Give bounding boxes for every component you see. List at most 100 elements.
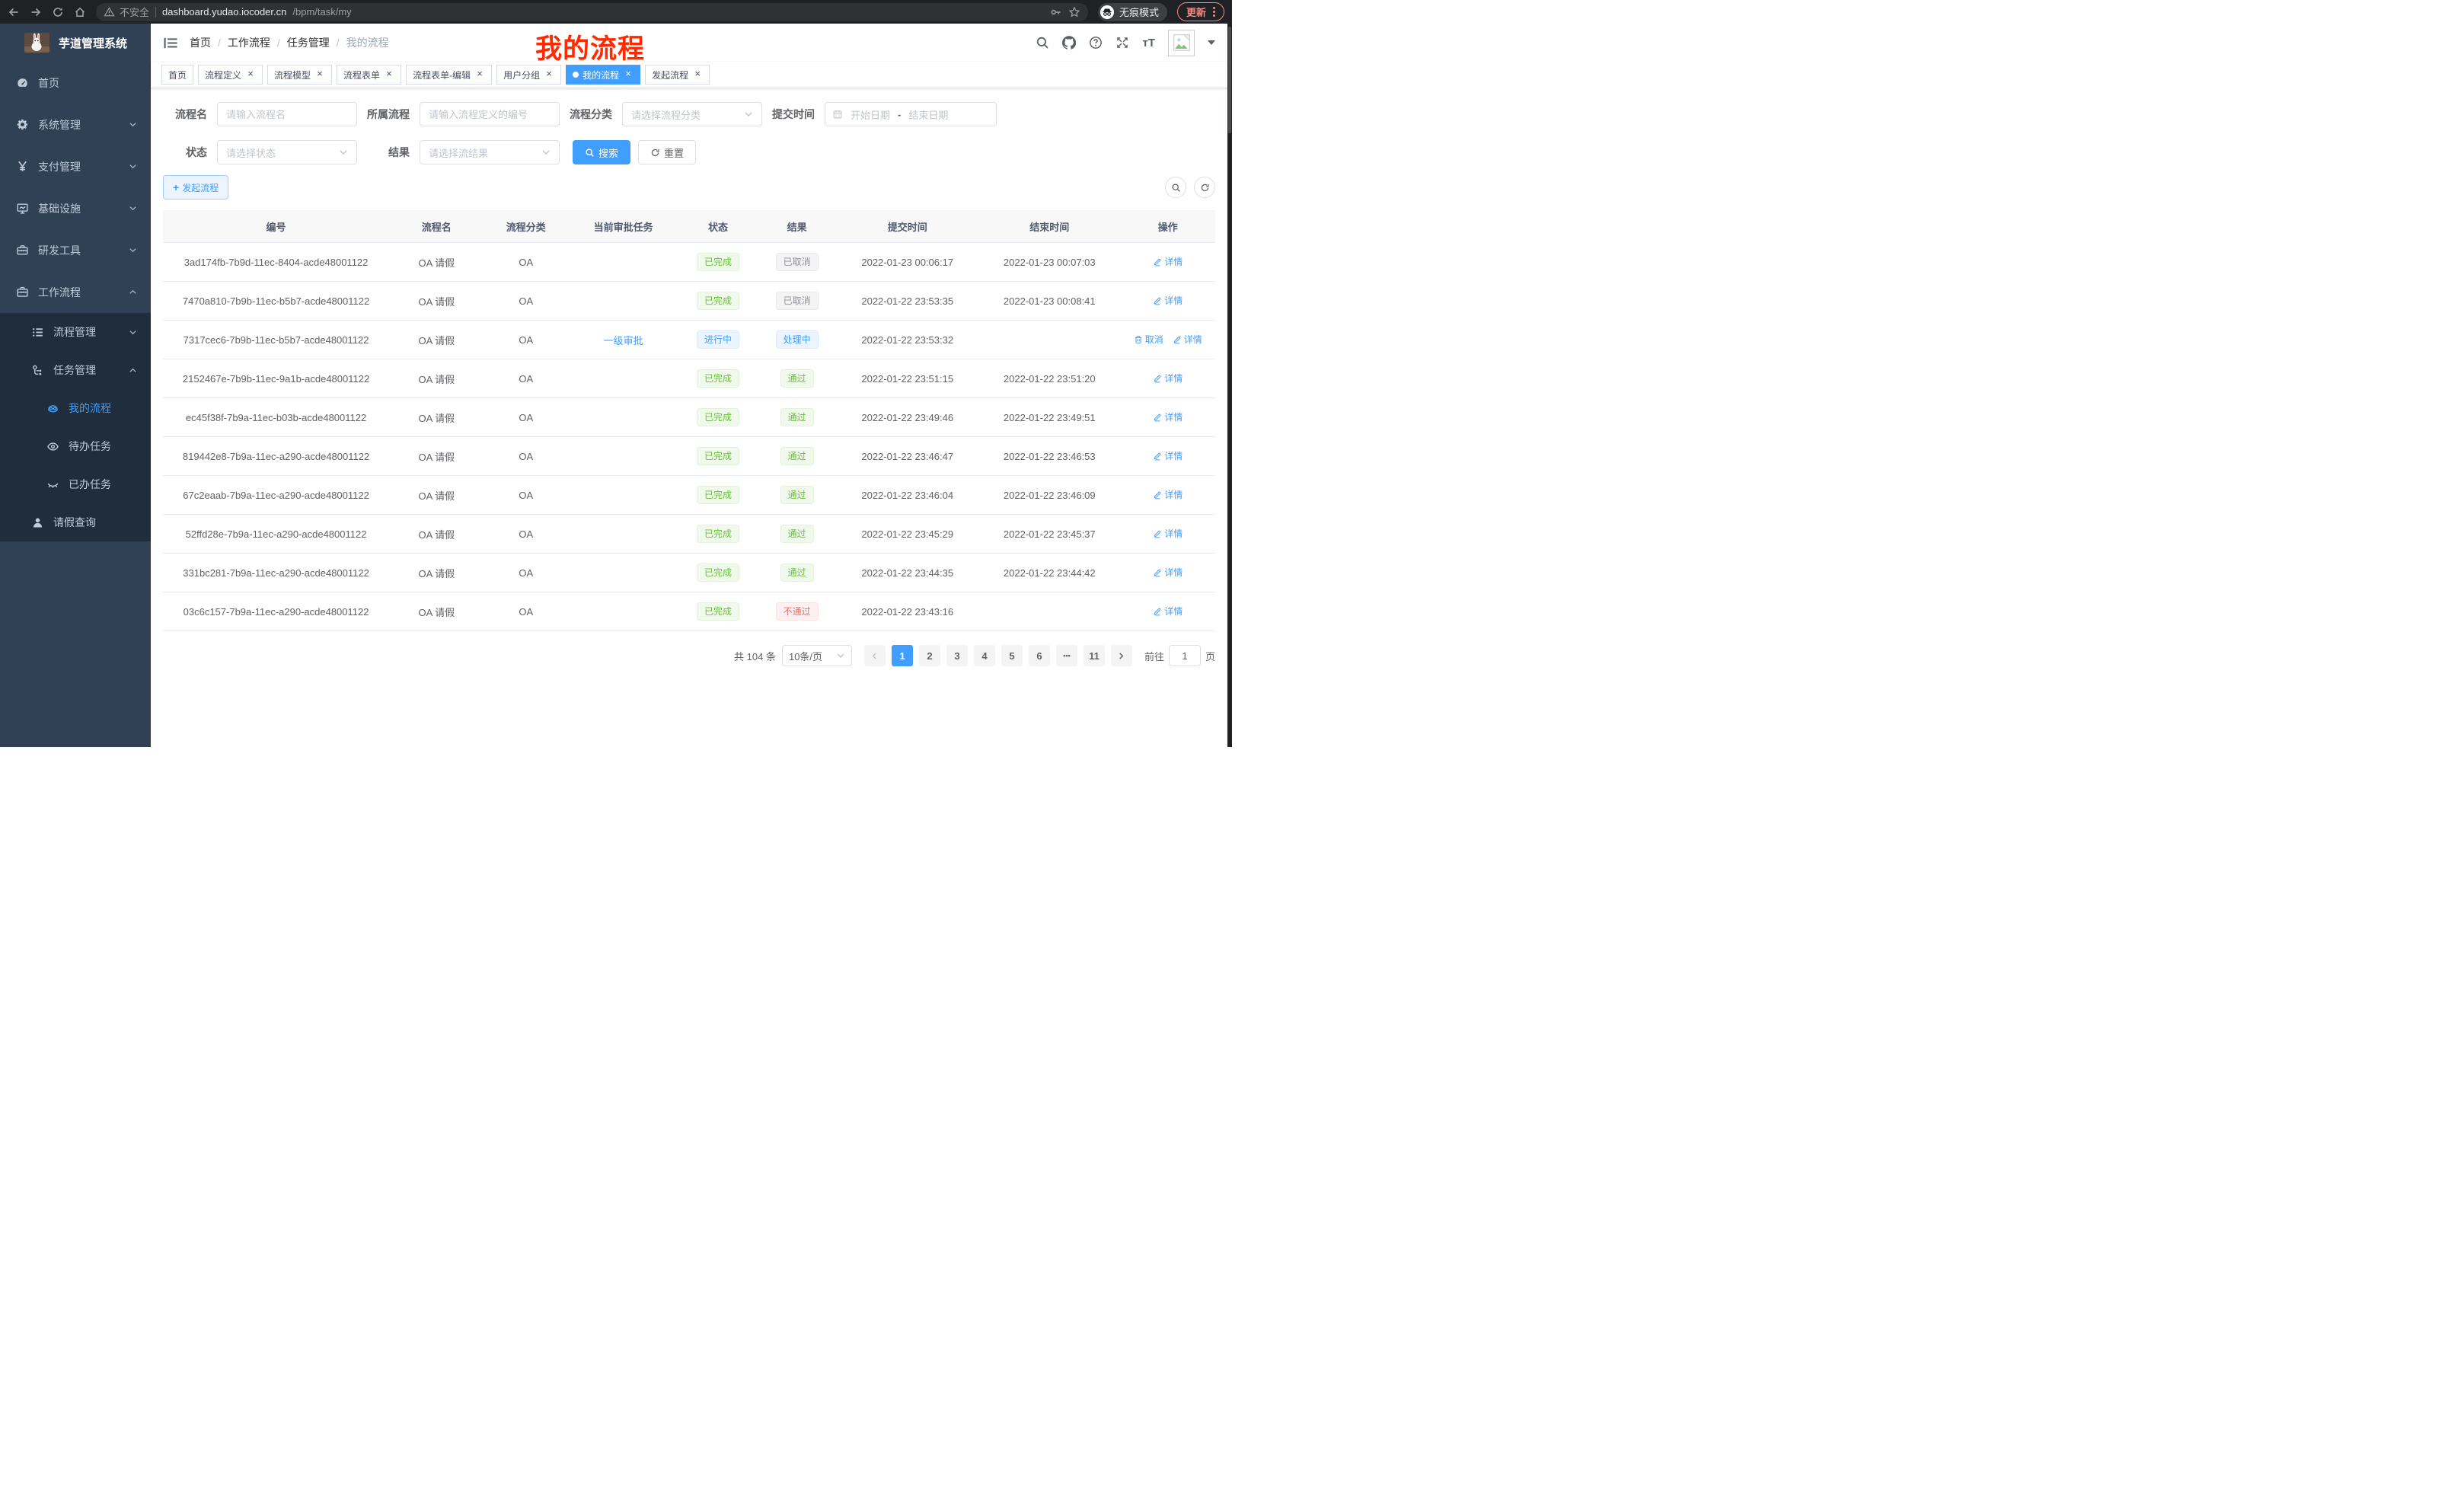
process-name-input[interactable]: [217, 102, 357, 126]
sidebar-item-label: 请假查询: [53, 515, 96, 530]
scrollbar-thumb[interactable]: [1228, 27, 1231, 133]
search-button[interactable]: 搜索: [573, 140, 630, 164]
cancel-link[interactable]: 取消: [1134, 333, 1163, 346]
sidebar-item-todo-tasks[interactable]: 待办任务: [0, 427, 151, 465]
tab-my-process[interactable]: 我的流程×: [566, 65, 640, 85]
cell-submit-time: 2022-01-22 23:46:47: [836, 437, 978, 476]
page-11-button[interactable]: 11: [1084, 645, 1105, 666]
detail-link[interactable]: 详情: [1153, 449, 1183, 462]
show-search-button[interactable]: [1165, 177, 1186, 198]
logo[interactable]: 芋道管理系统: [0, 24, 151, 62]
fullscreen-icon[interactable]: [1116, 36, 1129, 49]
tab-user-group[interactable]: 用户分组×: [496, 65, 561, 85]
result-select[interactable]: 请选择流结果: [420, 140, 560, 164]
avatar-dropdown-caret[interactable]: [1208, 40, 1215, 45]
close-icon[interactable]: ×: [623, 69, 634, 80]
breadcrumb-task-mgmt[interactable]: 任务管理: [287, 35, 330, 50]
bookmark-star-icon[interactable]: [1068, 6, 1080, 18]
cell-actions: 详情: [1121, 476, 1215, 515]
avatar[interactable]: [1168, 30, 1195, 56]
close-icon[interactable]: ×: [692, 69, 703, 80]
detail-link[interactable]: 详情: [1153, 605, 1183, 618]
reload-icon[interactable]: [52, 6, 64, 18]
github-icon[interactable]: [1062, 36, 1076, 49]
close-icon[interactable]: ×: [544, 69, 554, 80]
help-icon[interactable]: [1089, 36, 1103, 49]
chevron-down-icon: [129, 162, 137, 171]
detail-link[interactable]: 详情: [1153, 372, 1183, 385]
page-2-button[interactable]: 2: [919, 645, 940, 666]
page-3-button[interactable]: 3: [946, 645, 968, 666]
search-icon[interactable]: [1036, 36, 1049, 49]
submit-time-range-picker[interactable]: 开始日期 - 结束日期: [825, 102, 997, 126]
detail-link[interactable]: 详情: [1153, 294, 1183, 307]
tab-process-definition[interactable]: 流程定义×: [198, 65, 263, 85]
tab-process-form[interactable]: 流程表单×: [337, 65, 401, 85]
page-4-button[interactable]: 4: [974, 645, 995, 666]
breadcrumb-home[interactable]: 首页: [190, 35, 211, 50]
prev-page-button[interactable]: [864, 645, 886, 666]
sidebar-item-infra[interactable]: 基础设施: [0, 187, 151, 229]
table-row: ec45f38f-7b9a-11ec-b03b-acde48001122OA 请…: [163, 398, 1215, 437]
address-bar[interactable]: 不安全 dashboard.yudao.iocoder.cn/bpm/task/…: [96, 3, 1088, 21]
menu-dots-icon[interactable]: [1213, 11, 1215, 13]
process-definition-input[interactable]: [420, 102, 560, 126]
close-icon[interactable]: ×: [384, 69, 394, 80]
sidebar-item-system[interactable]: 系统管理: [0, 104, 151, 145]
next-page-button[interactable]: [1111, 645, 1132, 666]
sidebar-item-workflow[interactable]: 工作流程: [0, 271, 151, 313]
table-row: 2152467e-7b9b-11ec-9a1b-acde48001122OA 请…: [163, 359, 1215, 398]
sidebar-item-label: 任务管理: [53, 362, 96, 378]
home-icon[interactable]: [74, 6, 86, 18]
status-tag: 已完成: [697, 563, 739, 582]
detail-link[interactable]: 详情: [1153, 488, 1183, 501]
sidebar-item-my-process[interactable]: 我的流程: [0, 389, 151, 427]
sidebar-item-home[interactable]: 首页: [0, 62, 151, 104]
detail-link[interactable]: 详情: [1153, 410, 1183, 423]
more-pages-button[interactable]: •••: [1056, 645, 1077, 666]
sidebar-item-payment[interactable]: 支付管理: [0, 145, 151, 187]
sidebar-item-task-mgmt[interactable]: 任务管理: [0, 351, 151, 389]
sidebar-item-devtools[interactable]: 研发工具: [0, 229, 151, 271]
sidebar-item-leave-query[interactable]: 请假查询: [0, 503, 151, 541]
reset-button[interactable]: 重置: [638, 140, 696, 164]
status-select[interactable]: 请选择状态: [217, 140, 357, 164]
action-links: 详情: [1153, 372, 1183, 385]
detail-link[interactable]: 详情: [1153, 527, 1183, 540]
detail-link[interactable]: 详情: [1153, 566, 1183, 579]
back-icon[interactable]: [8, 6, 20, 18]
forward-icon[interactable]: [30, 6, 42, 18]
sidebar-item-process-mgmt[interactable]: 流程管理: [0, 313, 151, 351]
refresh-table-button[interactable]: [1194, 177, 1215, 198]
page-6-button[interactable]: 6: [1029, 645, 1050, 666]
page-size-select[interactable]: 10条/页: [782, 645, 852, 666]
key-icon[interactable]: [1050, 6, 1062, 18]
tab-home[interactable]: 首页: [161, 65, 193, 85]
close-icon[interactable]: ×: [245, 69, 256, 80]
tab-start-process[interactable]: 发起流程×: [645, 65, 710, 85]
collapse-menu-icon[interactable]: [163, 37, 178, 49]
process-category-select[interactable]: 请选择流程分类: [622, 102, 762, 126]
start-process-button[interactable]: + 发起流程: [163, 175, 228, 200]
url-path: /bpm/task/my: [292, 6, 351, 18]
tab-process-form-edit[interactable]: 流程表单-编辑×: [406, 65, 492, 85]
current-task-link[interactable]: 一级审批: [604, 333, 643, 347]
update-button[interactable]: 更新: [1177, 2, 1224, 21]
detail-link[interactable]: 详情: [1153, 255, 1183, 268]
font-size-icon[interactable]: ᴛT: [1142, 37, 1155, 49]
site-security-badge[interactable]: 不安全: [104, 5, 149, 19]
sidebar-item-done-tasks[interactable]: 已办任务: [0, 465, 151, 503]
browser-scrollbar[interactable]: [1227, 24, 1232, 747]
tab-process-model[interactable]: 流程模型×: [267, 65, 332, 85]
detail-link[interactable]: 详情: [1173, 333, 1202, 346]
page-buttons: 123456 ••• 11: [892, 645, 1105, 666]
edit-icon: [1153, 607, 1162, 616]
action-links: 详情: [1153, 449, 1183, 462]
close-icon[interactable]: ×: [314, 69, 325, 80]
breadcrumb-workflow[interactable]: 工作流程: [228, 35, 270, 50]
close-icon[interactable]: ×: [474, 69, 485, 80]
goto-page-input[interactable]: [1169, 645, 1201, 666]
process-table-body: 3ad174fb-7b9d-11ec-8404-acde48001122OA 请…: [163, 243, 1215, 631]
page-1-button[interactable]: 1: [892, 645, 913, 666]
page-5-button[interactable]: 5: [1001, 645, 1023, 666]
